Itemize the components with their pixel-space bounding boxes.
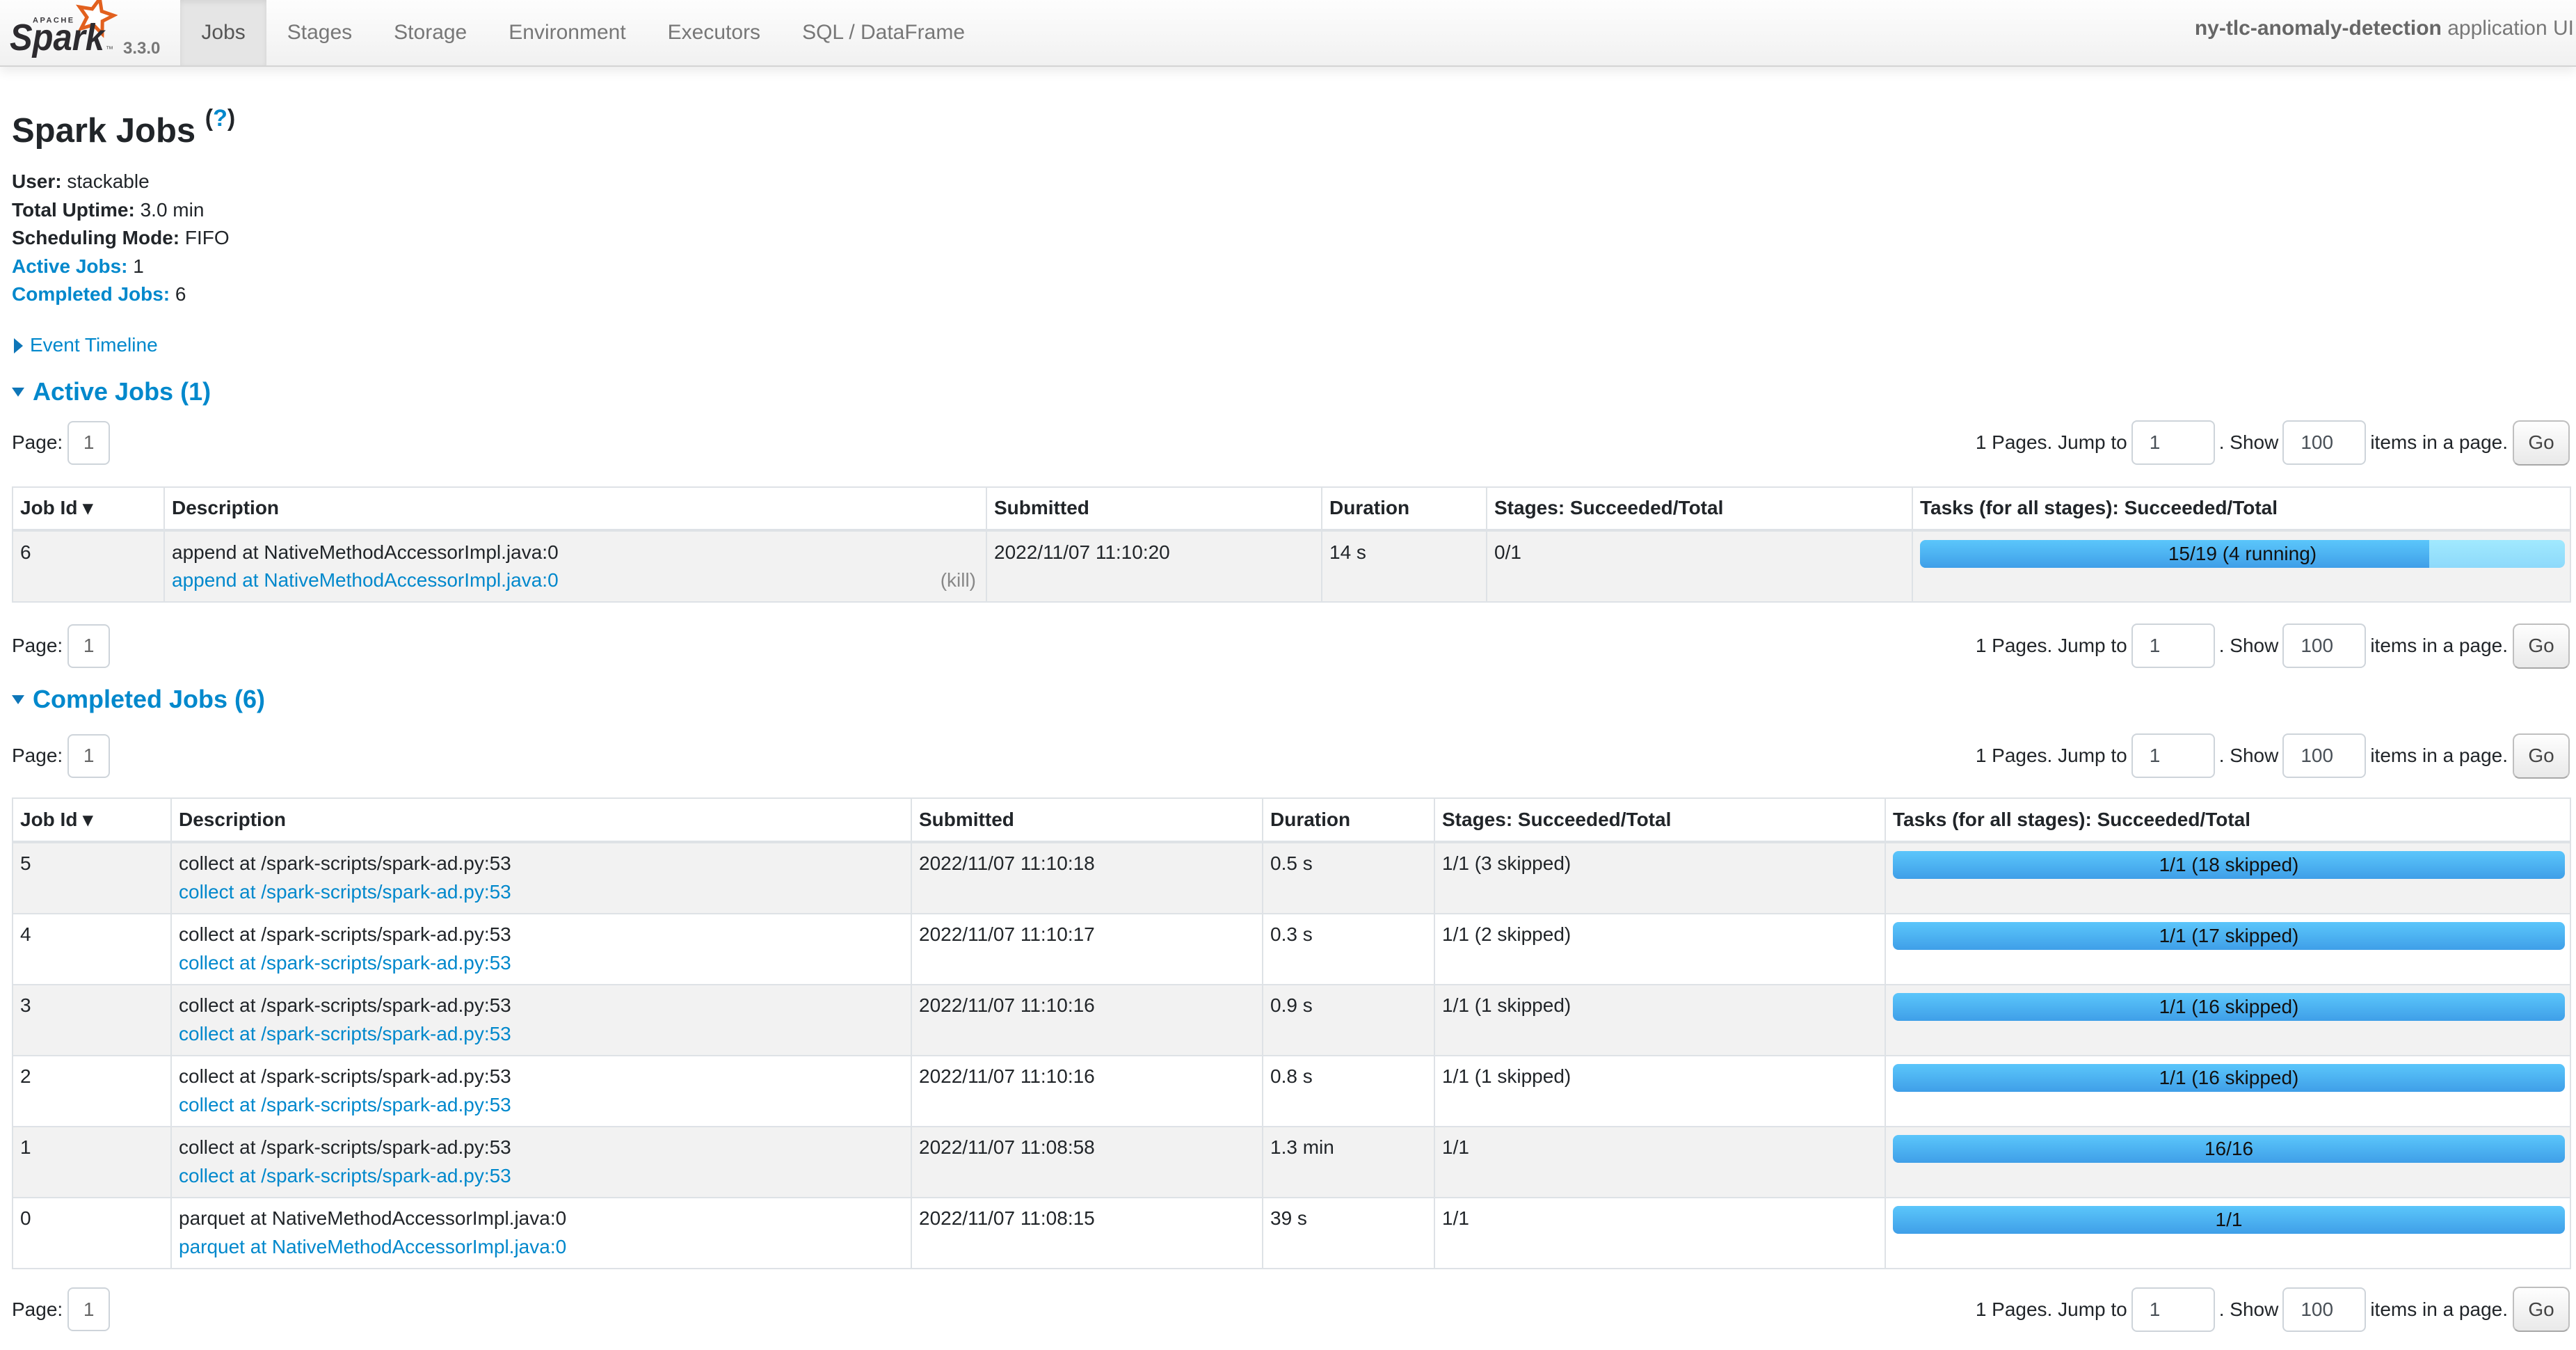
- svg-text:™: ™: [106, 45, 113, 54]
- svg-text:Spark: Spark: [10, 17, 106, 58]
